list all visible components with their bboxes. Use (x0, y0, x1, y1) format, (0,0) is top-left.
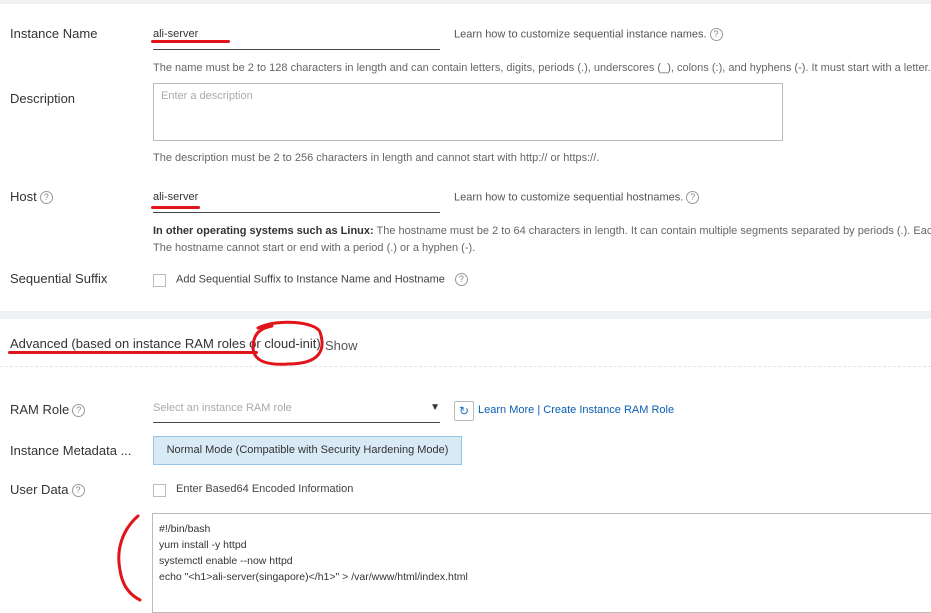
base64-checkbox-label: Enter Based64 Encoded Information (176, 483, 354, 495)
code-line: yum install -y httpd (159, 539, 247, 551)
link-separator: | (537, 404, 541, 416)
help-icon: ? (686, 191, 700, 204)
annotation-underline (151, 40, 230, 43)
help-icon: ? (39, 191, 53, 205)
sequential-suffix-option: Add Sequential Suffix to Instance Name a… (176, 273, 468, 286)
sequential-suffix-label: Sequential Suffix (10, 271, 108, 286)
annotation-bracket (117, 514, 142, 602)
help-icon: ? (454, 273, 468, 286)
annotation-circle (251, 320, 324, 366)
ram-role-label-text: RAM Role (10, 402, 70, 417)
normal-mode-button[interactable]: Normal Mode (Compatible with Security Ha… (153, 436, 462, 465)
host-hint[interactable]: Learn how to customize sequential hostna… (454, 191, 700, 204)
instance-name-hint[interactable]: Learn how to customize sequential instan… (454, 28, 723, 41)
chevron-down-icon: ▼ (430, 402, 440, 413)
base64-checkbox[interactable] (153, 484, 166, 497)
instance-name-input[interactable]: ali-server (153, 28, 440, 50)
description-placeholder: Enter a description (161, 90, 253, 102)
instance-name-help: The name must be 2 to 128 characters in … (153, 62, 931, 74)
ram-role-placeholder: Select an instance RAM role (153, 402, 292, 414)
create-ram-role-link[interactable]: Create Instance RAM Role (543, 404, 674, 416)
ram-role-links: Learn More | Create Instance RAM Role (478, 404, 674, 416)
divider (0, 366, 931, 367)
help-icon: ? (72, 404, 86, 418)
instance-name-hint-text: Learn how to customize sequential instan… (454, 28, 707, 41)
description-textarea[interactable]: Enter a description (153, 83, 783, 141)
ram-role-select[interactable]: Select an instance RAM role ▼ (153, 402, 440, 423)
description-label: Description (10, 91, 76, 106)
user-data-textarea[interactable]: #!/bin/bash yum install -y httpd systemc… (152, 513, 931, 613)
host-help-line-1: In other operating systems such as Linux… (153, 225, 931, 237)
ram-role-label: RAM Role? (10, 402, 86, 418)
instance-name-label: Instance Name (10, 26, 98, 41)
user-data-label-text: User Data (10, 482, 69, 497)
code-line: echo "<h1>ali-server(singapore)</h1>" > … (159, 571, 468, 583)
instance-metadata-label: Instance Metadata ... (10, 443, 132, 458)
host-value: ali-server (153, 191, 199, 203)
user-data-label: User Data? (10, 482, 85, 498)
code-line: #!/bin/bash (159, 523, 211, 535)
help-icon: ? (71, 484, 85, 498)
annotation-underline (8, 351, 258, 354)
sequential-suffix-checkbox-label: Add Sequential Suffix to Instance Name a… (176, 273, 445, 286)
instance-name-value: ali-server (153, 28, 199, 40)
sequential-suffix-checkbox[interactable] (153, 274, 166, 287)
learn-more-link[interactable]: Learn More (478, 404, 534, 416)
host-label: Host? (10, 189, 53, 205)
host-help-line-2: The hostname cannot start or end with a … (153, 242, 476, 254)
description-help: The description must be 2 to 256 charact… (153, 152, 600, 164)
host-input[interactable]: ali-server (153, 191, 440, 213)
annotation-underline (151, 206, 200, 209)
refresh-icon[interactable]: ↻ (454, 401, 474, 421)
host-label-text: Host (10, 189, 37, 204)
help-icon: ? (709, 28, 723, 41)
code-line: systemctl enable --now httpd (159, 555, 293, 567)
host-help-bold: In other operating systems such as Linux… (153, 225, 374, 237)
advanced-show-toggle[interactable]: Show (325, 338, 358, 353)
host-hint-text: Learn how to customize sequential hostna… (454, 191, 684, 204)
host-help-text: The hostname must be 2 to 64 characters … (373, 225, 931, 237)
